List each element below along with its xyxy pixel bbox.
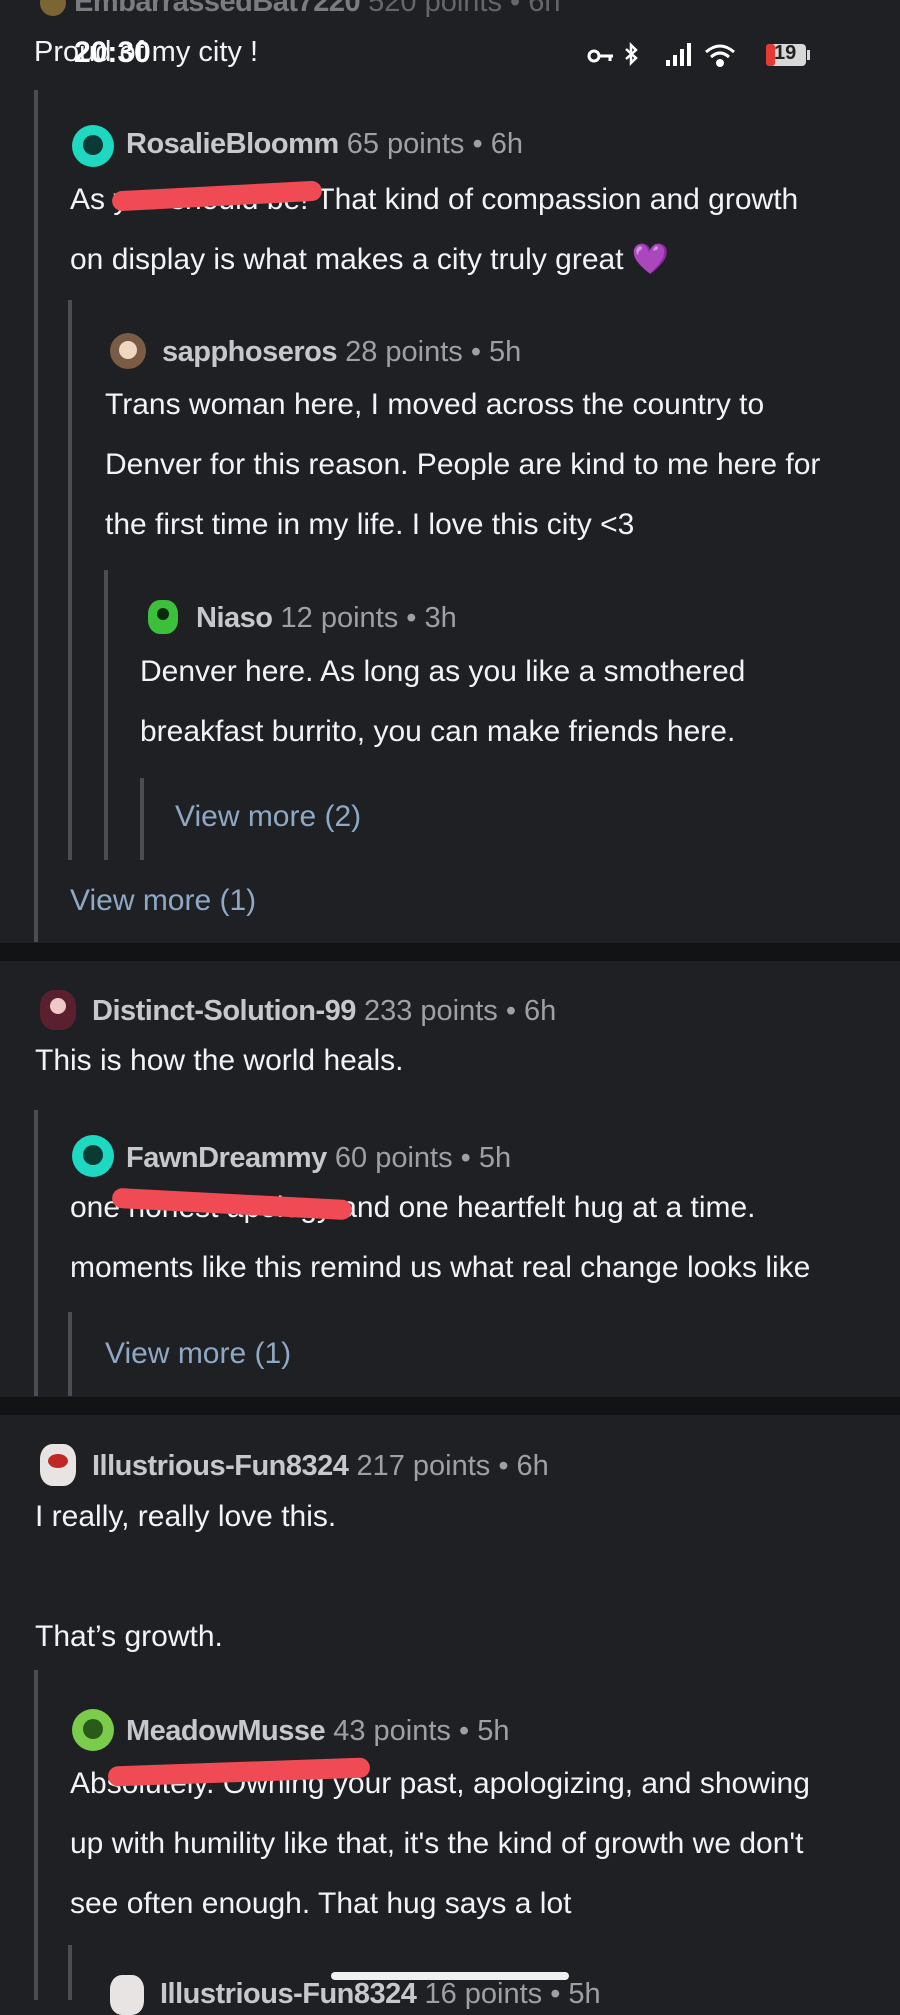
comment-header: FawnDreammy 60 points • 5h <box>126 1142 511 1175</box>
thread-rail <box>34 1110 38 1396</box>
username-link[interactable]: Niaso <box>196 602 273 634</box>
comment-body: Denver here. As long as you like a smoth… <box>140 655 746 748</box>
view-more-link[interactable]: View more (1) <box>70 884 256 918</box>
comment-header: sapphoseros 28 points • 5h <box>162 336 521 369</box>
thread-separator <box>0 1397 900 1415</box>
username-link[interactable]: RosalieBloomm <box>126 128 339 160</box>
comment-header: Distinct-Solution-99 233 points • 6h <box>92 995 556 1028</box>
comment-meta: 12 points • 3h <box>280 602 457 634</box>
user-avatar-icon <box>40 1444 76 1486</box>
comment-meta: 16 points • 5h <box>424 1978 601 2010</box>
user-avatar-icon <box>40 990 76 1030</box>
comment-header: MeadowMusse 43 points • 5h <box>126 1715 509 1748</box>
thread-separator <box>0 943 900 961</box>
user-avatar-icon <box>110 1975 144 2015</box>
home-indicator[interactable] <box>331 1972 569 1980</box>
wifi-icon <box>705 44 735 67</box>
thread-rail <box>68 1945 72 2000</box>
thread-rail <box>68 1312 72 1396</box>
user-avatar-icon <box>72 1709 114 1751</box>
comment-header: Illustrious-Fun8324 16 points • 5h <box>160 1978 601 2011</box>
comment-header: Illustrious-Fun8324 217 points • 6h <box>92 1450 549 1483</box>
bluetooth-icon <box>625 41 638 67</box>
username-link[interactable]: sapphoseros <box>162 336 338 368</box>
thread-rail <box>140 778 144 860</box>
user-avatar-icon <box>72 125 114 167</box>
view-more-link[interactable]: View more (1) <box>105 1337 291 1371</box>
battery-level: 19 <box>774 42 797 64</box>
comment-meta: 60 points • 5h <box>334 1142 512 1174</box>
user-avatar-icon <box>110 333 146 369</box>
comment-meta: 43 points • 5h <box>333 1715 510 1747</box>
comment-meta: 28 points • 5h <box>345 336 522 368</box>
status-time: 20:30 <box>74 36 151 69</box>
signal-icon <box>666 43 691 66</box>
thread-rail <box>104 570 108 860</box>
view-more-link[interactable]: View more (2) <box>175 800 361 834</box>
thread-rail <box>68 300 72 860</box>
cut-off-comment-header: EmbarrassedBat7220 520 points • 6h <box>40 0 561 19</box>
user-avatar-icon <box>72 1135 114 1177</box>
status-icons: 19 <box>586 40 826 70</box>
username-link[interactable]: Illustrious-Fun8324 <box>160 1978 417 2010</box>
username-link[interactable]: MeadowMusse <box>126 1715 326 1747</box>
vpn-key-icon <box>587 49 613 63</box>
comment-meta: 65 points • 6h <box>346 128 523 160</box>
user-avatar-icon <box>40 0 66 17</box>
thread-rail <box>34 1670 38 2000</box>
comment-body: Trans woman here, I moved across the cou… <box>105 388 821 541</box>
comment-meta: 233 points • 6h <box>363 995 557 1027</box>
comment-body: This is how the world heals. <box>35 1044 404 1077</box>
username-link[interactable]: FawnDreammy <box>126 1142 327 1174</box>
comment-meta: 217 points • 6h <box>356 1450 549 1482</box>
comment-body: I really, really love this. That’s growt… <box>35 1500 337 1653</box>
comment-header: RosalieBloomm 65 points • 6h <box>126 128 523 161</box>
username-link[interactable]: Illustrious-Fun8324 <box>92 1450 349 1482</box>
comment-header: Niaso 12 points • 3h <box>196 602 457 635</box>
user-avatar-icon <box>148 600 178 634</box>
username-link[interactable]: Distinct-Solution-99 <box>92 995 356 1027</box>
thread-rail <box>34 90 38 942</box>
